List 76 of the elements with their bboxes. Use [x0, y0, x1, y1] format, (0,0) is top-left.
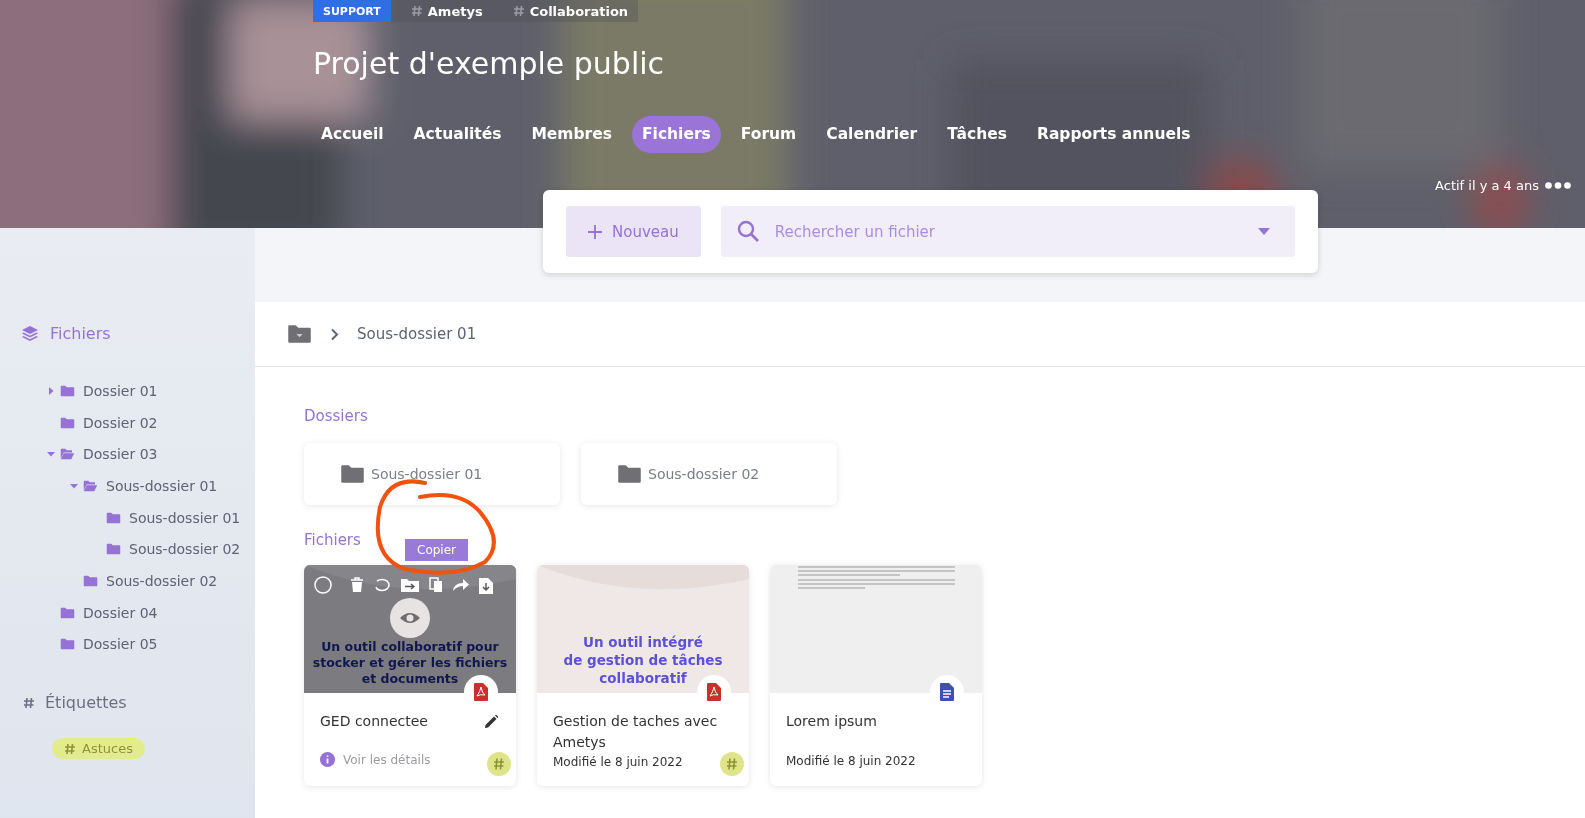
details-link[interactable]: Voir les détails: [320, 752, 431, 767]
pdf-file-icon: [707, 683, 721, 701]
tag-chip[interactable]: Astuces: [52, 738, 145, 760]
nav-tab[interactable]: Calendrier: [816, 116, 928, 153]
folder-icon: [617, 464, 642, 484]
section-title: Étiquettes: [45, 693, 127, 713]
nav-tab[interactable]: Forum: [730, 116, 807, 153]
tooltip: Copier: [405, 539, 468, 561]
folder-item[interactable]: Sous-dossier 02: [129, 541, 241, 558]
hash-icon: [23, 696, 35, 709]
modified-date: Modifié le 8 juin 2022: [553, 755, 684, 769]
file-card[interactable]: Lorem ipsum Modifié le 8 juin 2022: [770, 565, 982, 786]
preview-text: Un outil collaboratif pour stocker et gérer les fichiers et documents: [311, 639, 509, 687]
pdf-file-icon: [474, 683, 488, 701]
nav-tab[interactable]: Tâches: [937, 116, 1017, 153]
rotate-icon[interactable]: [373, 578, 391, 592]
info-icon: [320, 752, 335, 767]
trash-icon[interactable]: [350, 577, 364, 593]
folder-card[interactable]: Sous-dossier 02: [581, 443, 837, 505]
folder-item[interactable]: Sous-dossier 01: [129, 509, 241, 526]
modified-date: Modifié le 8 juin 2022: [786, 754, 917, 768]
folder-item[interactable]: Dossier 04: [83, 604, 158, 621]
document-file-icon: [940, 683, 954, 701]
search-field[interactable]: Rechercher un fichier: [720, 206, 1295, 257]
plus-icon: [588, 224, 602, 239]
nav-tab[interactable]: Actualités: [403, 116, 512, 153]
hash-icon: [512, 5, 525, 17]
file-name[interactable]: GED connectee: [320, 711, 428, 732]
file-card[interactable]: Un outil intégré de gestion de tâches collaboratif Gestion de taches avec Ametys Modifié le 8 juin 2022: [537, 565, 749, 786]
folder-item[interactable]: Dossier 05: [83, 636, 158, 653]
hash-icon: [410, 5, 423, 17]
folder-icon: [106, 511, 121, 524]
breadcrumb-item[interactable]: Sous-dossier 01: [357, 325, 477, 343]
activity-label: Actif il y a 4 ans: [1435, 178, 1539, 193]
category-badge[interactable]: SUPPORT: [313, 0, 391, 22]
nav-tab[interactable]: Membres: [521, 116, 622, 153]
folder-name: Sous-dossier 01: [371, 466, 483, 482]
tag-label: Astuces: [82, 741, 133, 757]
folder-item[interactable]: Dossier 01: [83, 382, 158, 399]
nav-tab[interactable]: Fichiers: [632, 116, 721, 153]
tag-badge-icon[interactable]: [487, 752, 511, 776]
nav-tab[interactable]: Accueil: [311, 116, 394, 153]
project-title: Projet d'exemple public: [313, 45, 666, 83]
folder-name: Sous-dossier 02: [648, 466, 760, 482]
select-circle-icon[interactable]: [314, 576, 332, 594]
folder-icon: [60, 638, 75, 651]
folder-icon: [60, 384, 75, 397]
preview-text: Un outil intégré de gestion de tâches collaboratif: [562, 633, 724, 687]
nav-tab[interactable]: Rapports annuels: [1026, 116, 1201, 153]
folder-icon: [60, 606, 75, 619]
folder-item[interactable]: Sous-dossier 01: [106, 477, 218, 494]
file-name[interactable]: Lorem ipsum: [786, 711, 877, 732]
folder-icon: [106, 543, 121, 556]
chevron-right-icon: [330, 327, 339, 341]
section-title[interactable]: Fichiers: [50, 324, 111, 343]
share-icon[interactable]: [452, 578, 470, 592]
folder-icon: [60, 416, 75, 429]
folder-item[interactable]: Dossier 03: [83, 446, 158, 463]
folder-item[interactable]: Dossier 02: [83, 414, 158, 431]
search-icon: [736, 220, 759, 242]
copy-icon[interactable]: [429, 577, 443, 593]
folder-item[interactable]: Sous-dossier 02: [106, 572, 218, 589]
open-folder-icon: [83, 479, 98, 492]
layers-icon: [22, 326, 38, 341]
tag-badge-icon[interactable]: [720, 752, 744, 776]
folder-card[interactable]: Sous-dossier 01: [304, 443, 560, 505]
more-icon[interactable]: [1545, 182, 1571, 189]
file-name[interactable]: Gestion de taches avec Ametys: [553, 711, 731, 753]
folder-icon[interactable]: [287, 324, 312, 344]
new-button[interactable]: Nouveau: [566, 206, 701, 257]
pencil-icon[interactable]: [485, 715, 498, 728]
section-heading: Dossiers: [304, 407, 369, 425]
open-folder-icon: [60, 448, 75, 461]
folder-icon: [83, 574, 98, 587]
folder-icon: [340, 464, 365, 484]
hash-icon: [64, 742, 76, 755]
